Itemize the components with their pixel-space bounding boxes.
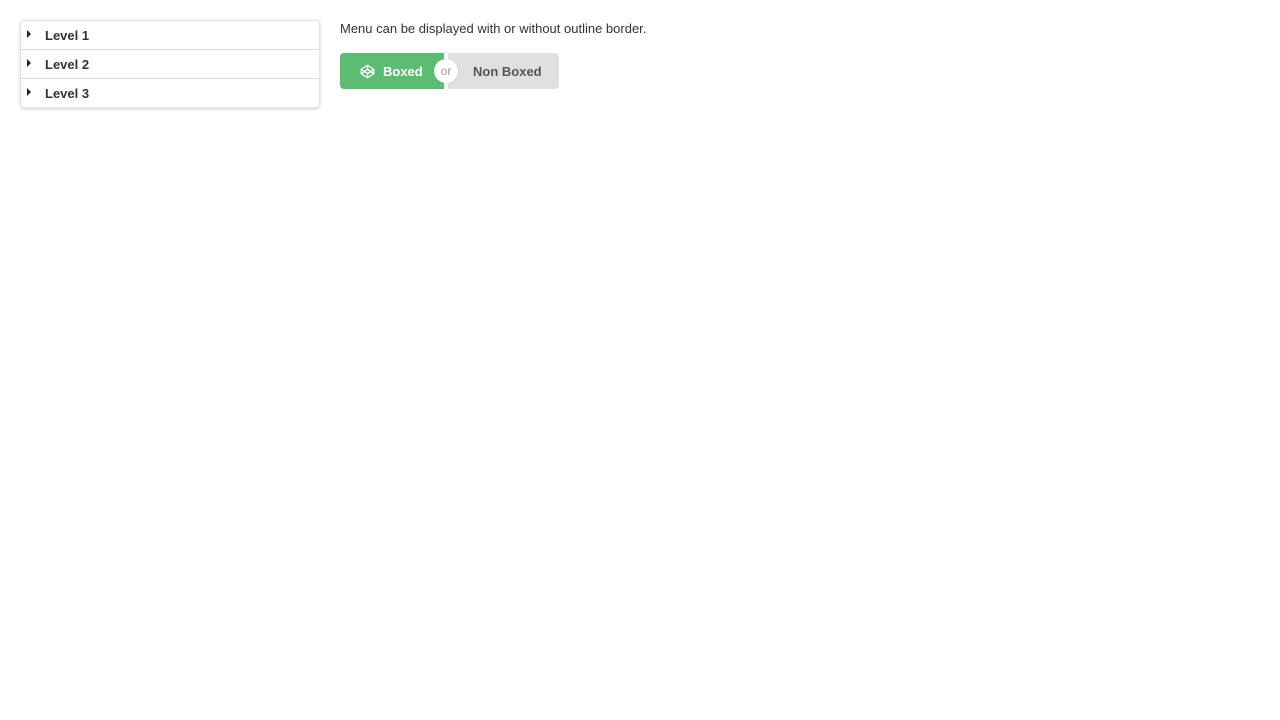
menu-item-label: Level 1 [45,27,90,43]
menu-item-level-1[interactable]: Level 1 [21,21,319,50]
menu-item-level-3[interactable]: Level 3 [21,79,319,107]
caret-right-icon [27,88,31,96]
caret-right-icon [27,30,31,38]
menu-item-label: Level 3 [45,85,90,101]
or-separator: or [434,59,458,83]
non-boxed-button[interactable]: Non Boxed [448,53,559,89]
accordion-menu: Level 1 Level 2 Level 3 [20,20,320,108]
caret-right-icon [27,59,31,67]
boxed-button-label: Boxed [383,63,423,79]
description-text: Menu can be displayed with or without ou… [340,21,647,36]
page: Level 1 Level 2 Level 3 Menu can be disp… [0,0,1280,720]
boxed-toggle-group: Boxed or Non Boxed [340,53,559,89]
non-boxed-button-label: Non Boxed [473,63,542,79]
codepen-icon [359,63,375,79]
menu-item-level-2[interactable]: Level 2 [21,50,319,79]
boxed-button[interactable]: Boxed [340,53,444,89]
menu-item-label: Level 2 [45,56,90,72]
